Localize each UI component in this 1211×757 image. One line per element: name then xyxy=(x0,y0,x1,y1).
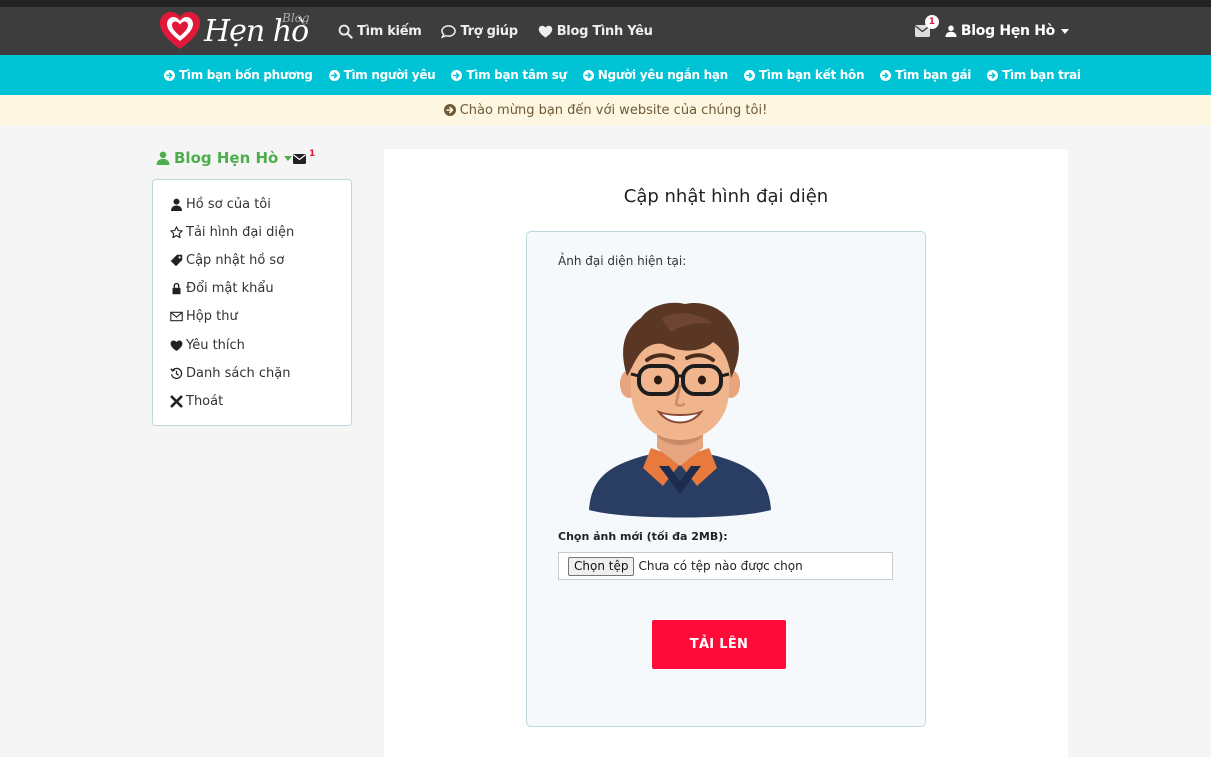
category-nav-item[interactable]: Tìm bạn trai xyxy=(987,68,1081,82)
sidebar-item-block-list[interactable]: Danh sách chặn xyxy=(170,359,351,387)
category-nav-label: Tìm bạn bốn phương xyxy=(179,68,313,82)
lock-icon xyxy=(172,283,181,295)
file-input[interactable]: Chọn tệp Chưa có tệp nào được chọn xyxy=(558,552,893,580)
sidebar-item-label: Đổi mật khẩu xyxy=(186,281,274,297)
user-area: 1 Blog Hẹn Hò xyxy=(914,7,1069,55)
arrow-circle-icon xyxy=(987,69,999,81)
arrow-circle-icon xyxy=(880,69,892,81)
sidebar-mail-button[interactable]: 1 xyxy=(293,149,317,169)
upload-button[interactable]: TẢI LÊN xyxy=(652,620,786,669)
sidebar-item-label: Tải hình đại diện xyxy=(186,224,295,240)
sidebar-item-label: Yêu thích xyxy=(186,337,245,353)
nav-search[interactable]: Tìm kiếm xyxy=(338,23,422,39)
sidebar-item-label: Thoát xyxy=(186,393,224,409)
category-nav-items: Tìm bạn bốn phương Tìm người yêu Tìm bạn t… xyxy=(164,55,1081,95)
sidebar-item-label: Danh sách chặn xyxy=(186,365,291,381)
category-nav-item[interactable]: Tìm bạn kết hôn xyxy=(743,68,865,82)
chevron-down-icon xyxy=(1061,28,1069,34)
sidebar-item-label: Cập nhật hồ sơ xyxy=(186,252,285,268)
category-nav-label: Tìm bạn trai xyxy=(1002,68,1081,82)
top-nav: Tìm kiếm Trợ giúp Blog Tình Yêu xyxy=(338,7,653,55)
avatar-upload-card: Ảnh đại diện hiện tại: Chọn ảnh mới (tối… xyxy=(526,231,926,727)
sidebar-menu: Hồ sơ của tôi Tải hình đại diện Cập nhật… xyxy=(152,179,352,426)
envelope-icon xyxy=(293,154,306,164)
nav-help[interactable]: Trợ giúp xyxy=(441,23,518,39)
logo-sup-text: Blog xyxy=(282,11,310,25)
nav-search-label: Tìm kiếm xyxy=(357,23,422,39)
sidebar-title: Blog Hẹn Hò xyxy=(174,149,279,167)
chevron-down-icon xyxy=(284,155,293,161)
sidebar-item-upload-avatar[interactable]: Tải hình đại diện xyxy=(170,218,351,246)
arrow-circle-icon xyxy=(451,69,463,81)
category-nav-label: Tìm bạn kết hôn xyxy=(758,68,865,82)
sidebar-item-profile[interactable]: Hồ sơ của tôi xyxy=(170,190,351,218)
category-nav-label: Tìm người yêu xyxy=(343,68,436,82)
welcome-text: Chào mừng bạn đến với website của chúng … xyxy=(459,102,768,118)
choose-file-button[interactable]: Chọn tệp xyxy=(568,556,635,576)
user-dropdown[interactable]: Blog Hẹn Hò xyxy=(945,23,1069,39)
user-icon xyxy=(156,151,170,165)
arrow-circle-icon xyxy=(328,69,340,81)
file-status-text: Chưa có tệp nào được chọn xyxy=(638,559,803,573)
user-icon xyxy=(171,198,182,211)
logo-heart-icon xyxy=(160,12,200,49)
arrow-circle-icon xyxy=(743,69,755,81)
sidebar-item-favorites[interactable]: Yêu thích xyxy=(170,331,351,359)
nav-blog-label: Blog Tình Yêu xyxy=(556,23,653,39)
current-avatar-label: Ảnh đại diện hiện tại: xyxy=(558,254,687,268)
top-navbar: Hẹn hò Blog Tìm kiếm Trợ giúp Blog Tình … xyxy=(0,7,1211,55)
sidebar-item-logout[interactable]: Thoát xyxy=(170,387,351,415)
welcome-banner: Chào mừng bạn đến với website của chúng … xyxy=(0,95,1211,125)
category-nav: Tìm bạn bốn phương Tìm người yêu Tìm bạn t… xyxy=(0,55,1211,95)
sidebar-item-update-profile[interactable]: Cập nhật hồ sơ xyxy=(170,246,351,274)
category-nav-label: Tìm bạn gái xyxy=(895,68,972,82)
category-nav-item[interactable]: Tìm bạn gái xyxy=(880,68,971,82)
sidebar-item-label: Hộp thư xyxy=(186,309,238,325)
main-panel: Cập nhật hình đại diện Ảnh đại diện hiện… xyxy=(384,149,1068,757)
chat-icon xyxy=(441,24,457,39)
category-nav-item[interactable]: Tìm bạn bốn phương xyxy=(164,68,313,82)
current-avatar-image xyxy=(589,302,771,518)
arrow-circle-icon xyxy=(582,69,594,81)
sidebar-user-dropdown[interactable]: Blog Hẹn Hò xyxy=(156,149,293,167)
category-nav-label: Tìm bạn tâm sự xyxy=(466,68,567,82)
user-menu-label: Blog Hẹn Hò xyxy=(960,23,1055,39)
category-nav-label: Người yêu ngắn hạn xyxy=(597,68,728,82)
browser-top-strip xyxy=(0,0,1211,7)
heart-icon xyxy=(538,25,552,38)
star-icon xyxy=(170,226,183,238)
mail-badge: 1 xyxy=(924,15,939,29)
nav-help-label: Trợ giúp xyxy=(460,23,518,39)
category-nav-item[interactable]: Tìm bạn tâm sự xyxy=(451,68,567,82)
category-nav-item[interactable]: Tìm người yêu xyxy=(328,68,436,82)
heart-icon xyxy=(170,340,183,351)
sidebar-item-change-password[interactable]: Đổi mật khẩu xyxy=(170,275,351,303)
page-title: Cập nhật hình đại diện xyxy=(623,186,829,207)
nav-blog[interactable]: Blog Tình Yêu xyxy=(538,24,653,39)
sidebar-item-inbox[interactable]: Hộp thư xyxy=(170,303,351,331)
site-logo[interactable]: Hẹn hò Blog xyxy=(158,9,318,53)
close-icon xyxy=(170,395,183,408)
mail-button[interactable]: 1 xyxy=(914,15,939,39)
user-icon xyxy=(945,25,957,37)
envelope-icon xyxy=(170,312,183,322)
search-icon xyxy=(338,24,353,39)
category-nav-item[interactable]: Người yêu ngắn hạn xyxy=(582,68,728,82)
new-avatar-label: Chọn ảnh mới (tối đa 2MB): xyxy=(558,530,728,543)
sidebar-mail-count: 1 xyxy=(309,149,316,159)
arrow-circle-icon xyxy=(443,104,456,116)
sidebar-item-label: Hồ sơ của tôi xyxy=(186,196,271,212)
history-icon xyxy=(170,367,183,379)
tag-icon xyxy=(170,254,183,267)
arrow-circle-icon xyxy=(164,69,175,81)
